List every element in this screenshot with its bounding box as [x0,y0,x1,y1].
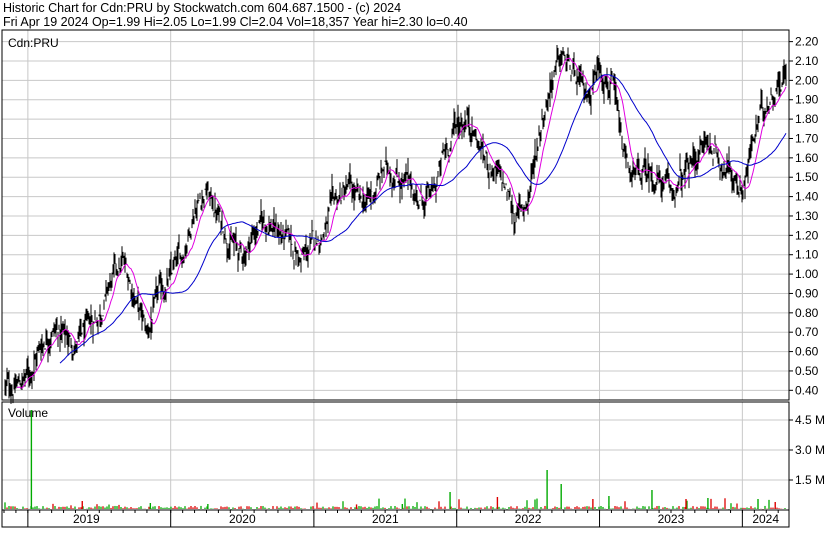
volume-panel-frame [1,401,790,511]
short-moving-average-line [16,57,787,389]
price-tick-label: 2.10 [795,54,819,68]
price-panel-frame [1,29,790,401]
moving-averages [16,57,787,389]
price-tick-label: 1.50 [795,170,819,184]
price-panel-title: Cdn:PRU [8,36,59,50]
price-tick-label: 1.00 [795,267,819,281]
volume-tick-label: 1.5 M [795,473,825,487]
year-tick-label: 2022 [515,512,542,526]
long-moving-average-line [59,74,787,364]
year-tick-label: 2021 [372,512,399,526]
year-tick-label: 2019 [73,512,100,526]
price-tick-label: 1.20 [795,228,819,242]
stock-chart: 2.20 2.10 2.00 1.90 1.80 1.70 1.60 1.50 1.40 1.30… [1,29,825,528]
axis-ticks: 2.20 2.10 2.00 1.90 1.80 1.70 1.60 1.50 1.40 1.30… [3,35,825,527]
volume-tick-label: 3.0 M [795,443,825,457]
volume-panel-title: Volume [8,406,48,420]
price-tick-label: 1.90 [795,93,819,107]
price-tick-label: 1.40 [795,190,819,204]
price-tick-label: 2.00 [795,73,819,87]
volume-bars [4,410,786,510]
price-tick-label: 2.20 [795,35,819,49]
price-tick-label: 0.90 [795,286,819,300]
price-tick-label: 1.70 [795,131,819,145]
price-tick-label: 1.10 [795,248,819,262]
price-tick-label: 1.80 [795,112,819,126]
price-tick-label: 1.60 [795,151,819,165]
year-tick-label: 2024 [752,512,779,526]
price-tick-label: 0.40 [795,383,819,397]
year-tick-label: 2023 [658,512,685,526]
volume-tick-label: 4.5 M [795,413,825,427]
price-tick-label: 0.60 [795,345,819,359]
price-tick-label: 0.70 [795,325,819,339]
price-tick-label: 1.30 [795,209,819,223]
chart-frames [1,29,790,528]
year-tick-label: 2020 [229,512,256,526]
price-bars [4,45,787,404]
price-tick-label: 0.80 [795,306,819,320]
price-tick-label: 0.50 [795,364,819,378]
